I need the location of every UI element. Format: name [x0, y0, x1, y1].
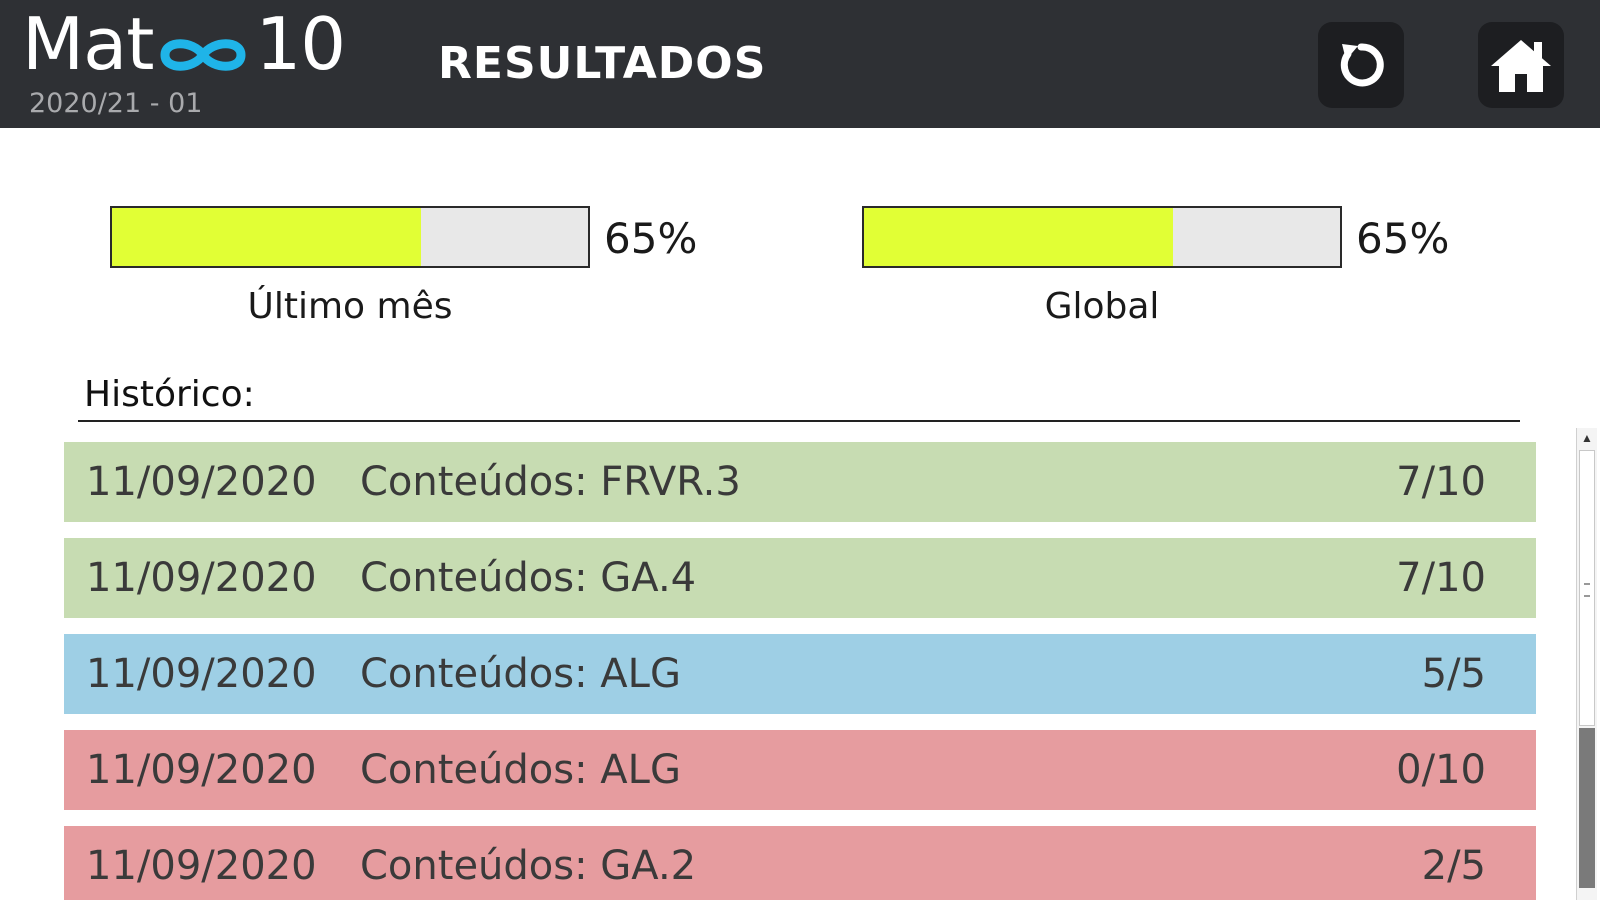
row-score: 7/10	[1396, 555, 1486, 601]
infinity-logo-icon	[160, 39, 246, 71]
history-row[interactable]: 11/09/2020 Conteúdos: FRVR.3 7/10	[64, 442, 1536, 522]
header-bar: Mat 10 2020/21 - 01 RESULTADOS	[0, 0, 1600, 128]
refresh-button[interactable]	[1318, 22, 1404, 108]
row-content: Conteúdos: GA.2	[360, 843, 697, 889]
global-progress-fill	[864, 208, 1174, 266]
last-month-label: Último mês	[247, 286, 453, 327]
row-score: 7/10	[1396, 459, 1486, 505]
last-month-percent: 65%	[604, 214, 698, 263]
history-row[interactable]: 11/09/2020 Conteúdos: ALG 5/5	[64, 634, 1536, 714]
history-heading: Histórico:	[84, 374, 255, 415]
global-progress-bar	[862, 206, 1342, 268]
row-date: 11/09/2020	[86, 747, 317, 793]
app-logo: Mat 10	[22, 2, 346, 86]
home-button[interactable]	[1478, 22, 1564, 108]
scrollbar-track[interactable]	[1579, 728, 1595, 888]
history-scrollbar[interactable]: ▲	[1576, 428, 1597, 900]
row-content: Conteúdos: GA.4	[360, 555, 697, 601]
scroll-up-arrow-icon[interactable]: ▲	[1577, 428, 1597, 448]
last-month-progress-bar	[110, 206, 590, 268]
row-date: 11/09/2020	[86, 843, 317, 889]
history-row[interactable]: 11/09/2020 Conteúdos: GA.2 2/5	[64, 826, 1536, 900]
global-label: Global	[1044, 286, 1160, 327]
last-month-progress-fill	[112, 208, 422, 266]
row-content: Conteúdos: FRVR.3	[360, 459, 741, 505]
row-date: 11/09/2020	[86, 651, 317, 697]
version-label: 2020/21 - 01	[29, 88, 203, 119]
history-divider	[78, 420, 1520, 422]
scrollbar-grip-icon	[1584, 583, 1590, 597]
row-date: 11/09/2020	[86, 459, 317, 505]
row-score: 0/10	[1396, 747, 1486, 793]
logo-prefix: Mat	[22, 2, 154, 86]
page-title: RESULTADOS	[438, 38, 767, 89]
global-percent: 65%	[1356, 214, 1450, 263]
row-score: 2/5	[1421, 843, 1486, 889]
history-row[interactable]: 11/09/2020 Conteúdos: GA.4 7/10	[64, 538, 1536, 618]
logo-suffix: 10	[255, 2, 346, 86]
refresh-icon	[1340, 43, 1384, 87]
row-content: Conteúdos: ALG	[360, 651, 681, 697]
history-row[interactable]: 11/09/2020 Conteúdos: ALG 0/10	[64, 730, 1536, 810]
row-content: Conteúdos: ALG	[360, 747, 681, 793]
row-score: 5/5	[1421, 651, 1486, 697]
scrollbar-thumb[interactable]	[1579, 450, 1595, 726]
row-date: 11/09/2020	[86, 555, 317, 601]
history-list[interactable]: 11/09/2020 Conteúdos: FRVR.3 7/10 11/09/…	[64, 442, 1536, 900]
home-icon	[1491, 40, 1551, 92]
